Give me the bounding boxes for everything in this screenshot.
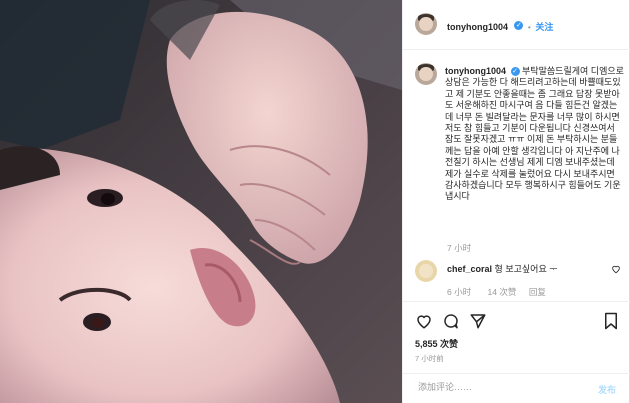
post-comment-button[interactable]: 发布 — [598, 383, 616, 396]
action-bar: 5,855 次赞 7 小时前 发布 — [403, 302, 630, 403]
comment-time: 6 小时 — [447, 287, 472, 297]
caption: tonyhong1004 ✓ 부탁말씀드릴게여 디엠으로 상담은 가능한 다 해… — [445, 66, 625, 203]
caption-text: 부탁말씀드릴게여 디엠으로 상담은 가능한 다 해드리려고하는데 바쁠때도있고 … — [445, 66, 624, 202]
post-header: tonyhong1004 ✓ • 关注 — [403, 0, 630, 50]
caption-time: 7 小时 — [447, 243, 472, 253]
like-count[interactable]: 5,855 次赞 — [415, 337, 458, 350]
comment-text: 형 보고싶어요 ᅮ — [494, 264, 558, 274]
commenter-username[interactable]: chef_coral — [447, 264, 492, 274]
separator-dot: • — [527, 22, 531, 32]
bookmark-icon[interactable] — [603, 312, 619, 330]
post-modal: tonyhong1004 ✓ • 关注 tonyhong1004 ✓ 부탁말씀드… — [0, 0, 630, 403]
comments-section: tonyhong1004 ✓ 부탁말씀드릴게여 디엠으로 상담은 가능한 다 해… — [403, 50, 630, 302]
comment-meta: 6 小时 14 次赞 回复 — [447, 282, 546, 300]
share-icon[interactable] — [469, 312, 487, 330]
author-username[interactable]: tonyhong1004 — [447, 22, 508, 32]
comment: chef_coral 형 보고싶어요 ᅮ — [447, 262, 607, 275]
post-photo[interactable] — [0, 0, 402, 403]
comment-heart-icon[interactable] — [611, 264, 621, 274]
reply-button[interactable]: 回复 — [529, 287, 546, 297]
follow-button[interactable]: 关注 — [535, 22, 553, 32]
post-time: 7 小时前 — [415, 354, 444, 363]
caption-avatar[interactable] — [415, 63, 437, 85]
verified-badge-icon: ✓ — [510, 67, 520, 77]
comment-likes[interactable]: 14 次赞 — [488, 287, 517, 297]
selfie-image — [0, 0, 402, 403]
comment-input[interactable] — [416, 381, 570, 393]
comment-icon[interactable] — [442, 312, 460, 330]
verified-badge-icon: ✓ — [514, 21, 524, 31]
author-avatar[interactable] — [415, 13, 437, 35]
add-comment-bar: 发布 — [403, 373, 630, 403]
heart-icon[interactable] — [415, 312, 433, 330]
caption-username[interactable]: tonyhong1004 — [445, 66, 506, 76]
commenter-avatar[interactable] — [415, 260, 437, 282]
post-sidebar: tonyhong1004 ✓ • 关注 tonyhong1004 ✓ 부탁말씀드… — [402, 0, 630, 403]
